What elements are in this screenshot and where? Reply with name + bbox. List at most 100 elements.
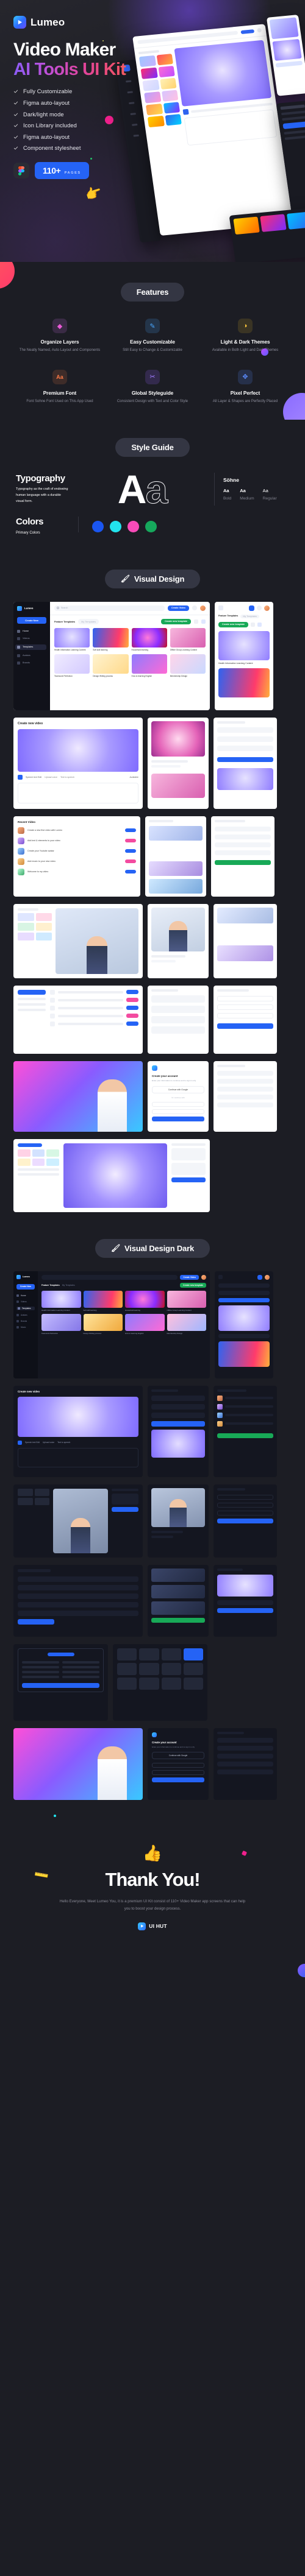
template-card[interactable]: Soft skill learning bbox=[93, 627, 129, 651]
recent-video-screen[interactable]: Recent Video Create a new first video wi… bbox=[13, 816, 140, 897]
grid-view-icon[interactable] bbox=[250, 622, 255, 627]
sidebar-item-templates[interactable]: Templates bbox=[16, 1306, 35, 1310]
sidebar-item-home[interactable]: Home bbox=[17, 629, 46, 633]
preview-panel[interactable] bbox=[148, 717, 209, 809]
create-new-template-button[interactable]: Create new template bbox=[161, 618, 191, 624]
list-view-icon[interactable] bbox=[257, 622, 262, 627]
list-item[interactable]: Create a new first video with Lumeo bbox=[18, 827, 136, 834]
tab-my-templates[interactable]: My Templates bbox=[78, 618, 99, 624]
upload-voice-button[interactable]: Upload voice bbox=[45, 776, 57, 778]
clip-list-panel[interactable] bbox=[214, 903, 277, 978]
list-panel[interactable] bbox=[214, 1060, 277, 1132]
checklist-screen[interactable] bbox=[13, 985, 143, 1054]
list-item[interactable]: Add music to your new video bbox=[18, 858, 136, 865]
dark-detail-panel[interactable] bbox=[214, 1564, 277, 1637]
dark-auth-screen[interactable]: Create your account Enter your informati… bbox=[148, 1727, 209, 1800]
canvas-editor-screen[interactable] bbox=[13, 1138, 210, 1212]
tab-my-templates[interactable]: My Templates bbox=[62, 1284, 75, 1286]
create-new-button[interactable]: Create New bbox=[16, 1283, 35, 1290]
template-card[interactable]: Membership Design bbox=[167, 1313, 206, 1335]
sidebar-item-brands[interactable]: Brands bbox=[16, 1319, 35, 1322]
dark-form-panel[interactable] bbox=[214, 1484, 277, 1558]
template-card[interactable]: Offline Group Learning Content bbox=[167, 1290, 206, 1311]
create-video-button[interactable]: Create Video bbox=[180, 1274, 199, 1280]
google-signin-button[interactable]: Continue with Google bbox=[152, 1752, 204, 1760]
template-card[interactable]: Household learning bbox=[131, 627, 167, 651]
template-card[interactable]: How to learning English bbox=[131, 654, 167, 677]
create-new-template-button[interactable]: Create new template bbox=[180, 1282, 206, 1288]
create-new-button[interactable]: Create New bbox=[17, 616, 46, 624]
dark-misc-panel[interactable] bbox=[214, 1727, 277, 1800]
detail-panel[interactable] bbox=[214, 717, 277, 809]
template-card[interactable]: How to learning English bbox=[125, 1313, 165, 1335]
sidebar-item-videos[interactable]: Videos bbox=[17, 637, 46, 640]
template-card[interactable]: Design Writing process bbox=[83, 1313, 123, 1335]
editor-screen[interactable] bbox=[13, 903, 143, 978]
create-new-template-button[interactable]: Create new template bbox=[218, 621, 248, 627]
template-card[interactable]: Teamwork Perfection bbox=[54, 654, 90, 677]
dark-grid-screen[interactable] bbox=[113, 1643, 207, 1721]
dashboard-screen[interactable]: Lumeo Create New Home Videos Templates A… bbox=[13, 601, 210, 710]
dark-dashboard-screen[interactable]: Lumeo Create New Home Videos Templates A… bbox=[13, 1271, 210, 1378]
feature-card: Aa Premium Font Font Sohne Font Used on … bbox=[16, 369, 104, 405]
avatar-list-panel[interactable] bbox=[145, 816, 206, 897]
template-card[interactable]: Membership Design bbox=[170, 654, 206, 677]
grid-view-icon[interactable] bbox=[194, 619, 198, 624]
create-video-button[interactable]: Create Video bbox=[167, 605, 189, 611]
dark-editor-screen[interactable] bbox=[13, 1484, 143, 1558]
tab-feature-templates[interactable]: Feature Templates bbox=[54, 620, 75, 623]
sidebar-item-home[interactable]: Home bbox=[16, 1294, 35, 1297]
person-preview-panel[interactable] bbox=[148, 903, 209, 978]
upload-voice-button[interactable]: Upload voice bbox=[43, 1441, 54, 1444]
template-card[interactable]: Offline Group Learning Content bbox=[170, 627, 206, 651]
create-video-screen[interactable]: Create new video Speech text Edit Upload… bbox=[13, 717, 143, 809]
sidebar-item-avatars[interactable]: Avatars bbox=[17, 654, 46, 657]
dark-table-screen[interactable] bbox=[13, 1564, 143, 1637]
list-item[interactable]: Create your Youtube avatar bbox=[18, 847, 136, 855]
template-card[interactable]: Health Information Learning Content bbox=[54, 627, 90, 651]
auth-screen[interactable]: Create your account Enter your informati… bbox=[148, 1060, 209, 1132]
sidebar-item-brands[interactable]: Brands bbox=[17, 661, 46, 665]
template-card[interactable]: Design Writing process bbox=[93, 654, 129, 677]
template-card[interactable]: Household learning bbox=[125, 1290, 165, 1311]
tab-my-templates[interactable]: My Templates bbox=[240, 614, 259, 618]
dark-panel[interactable] bbox=[148, 1385, 209, 1477]
form-panel[interactable] bbox=[214, 985, 277, 1054]
layers-icon: ◆ bbox=[52, 319, 67, 333]
dark-side-panel[interactable] bbox=[148, 1564, 209, 1637]
sidebar-logo: Lumeo bbox=[23, 1276, 30, 1279]
list-item[interactable]: Add text & elements to your video bbox=[18, 837, 136, 844]
bolt-icon[interactable] bbox=[192, 605, 197, 611]
dark-list-panel[interactable] bbox=[214, 1385, 277, 1477]
list-item[interactable]: Welcome to my video bbox=[18, 868, 136, 875]
figma-icon[interactable] bbox=[13, 163, 29, 179]
dark-create-video-screen[interactable]: Create new video Speech text Edit Upload… bbox=[13, 1385, 143, 1477]
mobile-templates-screen[interactable]: Feature Templates My Templates Create ne… bbox=[215, 601, 273, 710]
google-signin-button[interactable]: Continue with Google bbox=[152, 1085, 204, 1093]
dark-pricing-screen[interactable] bbox=[13, 1643, 108, 1721]
dark-mobile-screen[interactable] bbox=[215, 1271, 273, 1378]
search-input[interactable]: Search bbox=[61, 607, 68, 609]
dark-promo-screen[interactable] bbox=[13, 1727, 143, 1800]
template-card[interactable]: Teamwork Perfection bbox=[41, 1313, 81, 1335]
sidebar-item-videos[interactable]: Videos bbox=[16, 1300, 35, 1303]
tab-feature-templates[interactable]: Feature Templates bbox=[41, 1284, 60, 1286]
template-card-title: Household learning bbox=[131, 648, 148, 651]
side-panel[interactable] bbox=[148, 985, 209, 1054]
dark-preview-panel[interactable] bbox=[148, 1484, 209, 1558]
uihut-logo[interactable]: UI HUT bbox=[138, 1922, 167, 1930]
text-to-speech-button[interactable]: Text to speech bbox=[57, 1441, 70, 1444]
text-to-speech-button[interactable]: Text to speech bbox=[60, 776, 74, 778]
sidebar-item-avatars[interactable]: Avatars bbox=[16, 1313, 35, 1316]
avatar[interactable] bbox=[200, 605, 206, 611]
pages-count-button[interactable]: 110+ PAGES bbox=[35, 162, 89, 180]
avatar[interactable] bbox=[201, 1274, 206, 1280]
promo-screen[interactable] bbox=[13, 1060, 143, 1132]
sidebar-item-music[interactable]: Music bbox=[16, 1325, 35, 1329]
template-card[interactable]: Soft skill learning bbox=[83, 1290, 123, 1311]
tab-feature-templates[interactable]: Feature Templates bbox=[218, 615, 238, 618]
sidebar-item-templates[interactable]: Templates bbox=[15, 644, 46, 650]
list-view-icon[interactable] bbox=[201, 619, 206, 624]
template-card[interactable]: Health Information Learning Content bbox=[41, 1290, 81, 1311]
settings-panel[interactable] bbox=[211, 816, 274, 897]
